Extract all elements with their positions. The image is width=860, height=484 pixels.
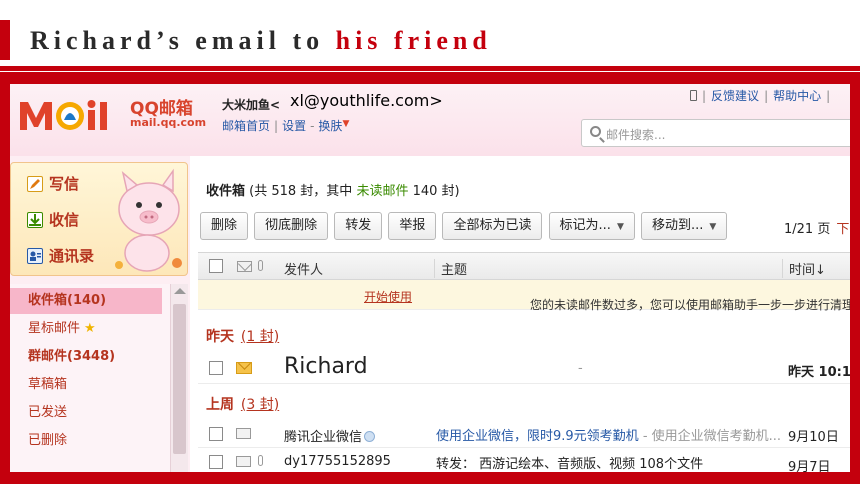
top-separator: | (702, 89, 707, 103)
quick-actions-panel: 写信 收信 通讯录 (10, 162, 188, 276)
group-yesterday-header: 昨天 (1 封) (206, 329, 280, 345)
subject-column-header[interactable]: 主题 (434, 259, 467, 278)
row-subject: - (578, 361, 583, 376)
unread-notice-bar: 您的未读邮件数过多，您可以使用邮箱助手一步一步进行清理。 开始使用 (198, 280, 850, 312)
skin-flag-icon: ▼ (342, 119, 350, 129)
delete-button[interactable]: 删除 (200, 212, 249, 240)
header-nav: 邮箱首页 | 设置 - 换肤▼ (222, 117, 349, 134)
logo-domain: mail.qq.com (130, 116, 207, 129)
group-yesterday-count[interactable]: (1 封) (241, 329, 279, 345)
mail-row-wework[interactable]: 腾讯企业微信 使用企业微信，限时9.9元领考勤机 - 使用企业微信考勤机... … (198, 420, 850, 448)
top-separator: | (826, 89, 831, 103)
row-checkbox[interactable] (209, 361, 223, 375)
folder-deleted[interactable]: 已删除 (10, 428, 162, 454)
folder-drafts[interactable]: 草稿箱 (10, 372, 162, 398)
folder-groups[interactable]: 群邮件(3448) (10, 344, 162, 370)
start-using-link[interactable]: 开始使用 (364, 290, 412, 304)
attachment-column-icon (258, 260, 263, 271)
title-accent-bar (0, 20, 10, 60)
user-name: 大米加鱼< (222, 98, 281, 112)
scroll-up-arrow-icon[interactable] (174, 288, 186, 294)
group-last-week-header: 上周 (3 封) (206, 397, 280, 413)
folder-scrollbar[interactable] (170, 284, 188, 472)
column-header: 发件人 主题 时间↓ (198, 252, 850, 280)
compose-icon (27, 176, 43, 192)
user-email: xl@youthlife.com> (290, 91, 443, 110)
top-separator: | (764, 89, 769, 103)
receive-icon (27, 212, 43, 228)
mark-as-dropdown[interactable]: 标记为... ▼ (548, 212, 635, 240)
sidebar: 写信 收信 通讯录 收件箱(140) 星标邮件 ★ 群邮件(3448) 草稿箱 … (10, 156, 188, 472)
contacts-button[interactable]: 通讯录 (27, 245, 94, 266)
search-placeholder: 邮件搜索... (606, 128, 666, 142)
title-underline (0, 66, 860, 71)
folder-starred[interactable]: 星标邮件 ★ (10, 316, 162, 342)
unread-mail-icon (236, 362, 252, 374)
scroll-thumb[interactable] (173, 304, 186, 454)
search-input[interactable]: 邮件搜索... (581, 119, 850, 147)
row-snippet: - 使用企业微信考勤机... (638, 429, 782, 444)
mark-all-read-button[interactable]: 全部标为已读 (442, 212, 543, 240)
read-status-column-icon (237, 261, 252, 272)
row-sender: Richard (284, 354, 368, 379)
compose-button[interactable]: 写信 (27, 173, 79, 194)
slide-title: Richard’s email to his friend (30, 26, 492, 55)
delete-permanent-button[interactable]: 彻底删除 (254, 212, 329, 240)
search-icon (590, 126, 601, 137)
star-icon: ★ (84, 321, 96, 336)
row-sender: dy17755152895 (284, 454, 391, 469)
nav-settings-link[interactable]: 设置 (282, 119, 306, 133)
move-to-dropdown[interactable]: 移动到... ▼ (640, 212, 728, 240)
top-links: | 反馈建议 | 帮助中心 | (690, 87, 835, 104)
group-last-week-count[interactable]: (3 封) (241, 397, 279, 413)
nav-skin-link[interactable]: 换肤 (318, 119, 342, 133)
next-page-link[interactable]: 下一页 (836, 222, 850, 237)
mail-toolbar: 删除 彻底删除 转发 举报 全部标为已读 标记为... ▼ 移动到... ▼ (200, 212, 728, 240)
row-time: 昨天 10:15 (788, 365, 850, 380)
row-checkbox[interactable] (209, 427, 223, 441)
folder-list: 收件箱(140) 星标邮件 ★ 群邮件(3448) 草稿箱 已发送 已删除 (10, 284, 172, 472)
verified-badge-icon (364, 431, 376, 442)
forward-button[interactable]: 转发 (334, 212, 383, 240)
mail-row-richard[interactable]: Richard - 昨天 10:15 (198, 352, 850, 384)
mail-row-dy[interactable]: dy17755152895 转发： 西游记绘本、音频版、视频 108个文件 9月… (198, 448, 850, 472)
nav-home-link[interactable]: 邮箱首页 (222, 119, 270, 133)
qq-mail-window: QQ邮箱 mail.qq.com 大米加鱼< xl@youthlife.com>… (10, 84, 850, 472)
phone-icon[interactable] (690, 90, 697, 101)
chevron-down-icon: ▼ (709, 222, 717, 232)
select-all-checkbox[interactable] (209, 259, 223, 273)
row-subject: 使用企业微信，限时9.9元领考勤机 - 使用企业微信考勤机... (436, 429, 782, 444)
mail-list-panel: 收件箱 (共 518 封，其中 未读邮件 140 封) 删除 彻底删除 转发 举… (190, 156, 850, 472)
time-column-header[interactable]: 时间↓ (782, 259, 826, 278)
read-mail-icon (236, 428, 251, 439)
row-subject: 转发： 西游记绘本、音频版、视频 108个文件 (436, 457, 704, 472)
row-sender: 腾讯企业微信 (284, 426, 376, 445)
row-checkbox[interactable] (209, 455, 223, 469)
receive-button[interactable]: 收信 (27, 209, 79, 230)
unread-link[interactable]: 未读邮件 (356, 184, 408, 199)
folder-inbox[interactable]: 收件箱(140) (10, 288, 162, 314)
read-mail-icon (236, 456, 251, 467)
help-link[interactable]: 帮助中心 (773, 89, 821, 103)
title-highlight: his friend (335, 26, 492, 55)
pager: 1/21 页下一页 (784, 218, 850, 237)
nav-separator: | (274, 119, 279, 133)
report-button[interactable]: 举报 (388, 212, 437, 240)
row-time: 9月7日 (788, 460, 831, 472)
sender-column-header[interactable]: 发件人 (284, 259, 323, 278)
feedback-link[interactable]: 反馈建议 (711, 89, 759, 103)
inbox-heading: 收件箱 (共 518 封，其中 未读邮件 140 封) (206, 184, 460, 199)
nav-separator: - (310, 119, 315, 133)
attachment-icon (258, 455, 263, 466)
folder-sent[interactable]: 已发送 (10, 400, 162, 426)
contacts-icon (27, 248, 43, 264)
pig-mascot-icon (115, 168, 182, 272)
notice-text: 您的未读邮件数过多，您可以使用邮箱助手一步一步进行清理。 (530, 298, 850, 312)
chevron-down-icon: ▼ (616, 222, 624, 232)
page-indicator: 1/21 页 (784, 222, 831, 237)
qq-mail-logo-icon[interactable] (18, 96, 128, 134)
mail-header: QQ邮箱 mail.qq.com 大米加鱼< xl@youthlife.com>… (10, 84, 850, 156)
row-time: 9月10日 (788, 430, 839, 445)
